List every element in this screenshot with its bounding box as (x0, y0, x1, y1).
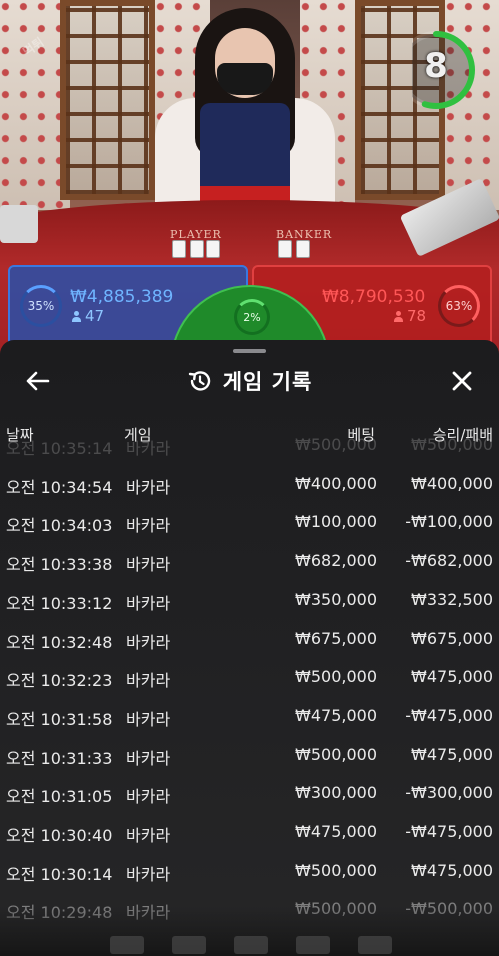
sheet-header: 게임 기록 (0, 362, 499, 398)
player-bettor-count: 47 (72, 307, 104, 325)
countdown-timer: 8 (397, 28, 478, 112)
row-date: 오전 10:35:14 (6, 439, 113, 458)
row-bet: ₩350,000 (295, 589, 377, 609)
row-game: 바카라 (126, 632, 171, 652)
row-bet: ₩500,000 (295, 435, 377, 454)
countdown-number: 8 (424, 46, 448, 86)
row-result: ₩500,000 (411, 435, 493, 454)
row-bet: ₩500,000 (295, 860, 377, 880)
dock-chip (296, 936, 330, 954)
row-result: -₩100,000 (405, 512, 493, 532)
row-result: ₩475,000 (411, 744, 493, 764)
row-date: 오전 10:31:33 (6, 748, 113, 768)
row-bet: ₩100,000 (295, 512, 377, 532)
row-bet: ₩500,000 (295, 667, 377, 687)
dock-chip (358, 936, 392, 954)
row-bet: ₩682,000 (295, 551, 377, 571)
dock-chip (234, 936, 268, 954)
row-result: -₩300,000 (405, 783, 493, 803)
row-date: 오전 10:32:23 (6, 671, 113, 691)
row-date: 오전 10:31:58 (6, 709, 113, 729)
row-bet: ₩475,000 (295, 705, 377, 725)
page-title: 게임 기록 (222, 370, 313, 394)
row-game: 바카라 (126, 439, 171, 458)
row-game: 바카라 (126, 555, 171, 575)
row-game: 바카라 (126, 748, 171, 768)
row-result: -₩475,000 (405, 705, 493, 725)
sheet-title-group: 게임 기록 (0, 366, 499, 396)
table-row[interactable]: 오전 10:34:54 바카라 ₩400,000 ₩400,000 (0, 465, 499, 503)
player-percent: 35% (20, 285, 62, 327)
table-row[interactable]: 오전 10:31:05 바카라 ₩300,000 -₩300,000 (0, 774, 499, 812)
card (190, 240, 204, 258)
row-game: 바카라 (126, 787, 171, 807)
row-date: 오전 10:34:03 (6, 516, 113, 536)
row-date: 오전 10:32:48 (6, 632, 113, 652)
person-icon (394, 311, 403, 322)
row-bet: ₩675,000 (295, 628, 377, 648)
row-result: -₩475,000 (405, 822, 493, 841)
row-date: 오전 10:34:54 (6, 477, 113, 497)
card (278, 240, 292, 258)
row-date: 오전 10:30:40 (6, 826, 113, 845)
card (172, 240, 186, 258)
row-result: ₩332,500 (411, 589, 493, 609)
row-date: 오전 10:33:12 (6, 593, 113, 613)
row-date: 오전 10:30:14 (6, 864, 113, 884)
person-icon (72, 311, 81, 322)
row-game: 바카라 (126, 864, 171, 884)
table-row[interactable]: 오전 10:31:58 바카라 ₩475,000 -₩475,000 (0, 697, 499, 735)
banker-total-bet: ₩8,790,530 (322, 287, 426, 307)
table-row[interactable]: 오전 10:32:48 바카라 ₩675,000 ₩675,000 (0, 620, 499, 658)
card (206, 240, 220, 258)
history-icon (188, 371, 210, 391)
table-row[interactable]: 오전 10:33:12 바카라 ₩350,000 ₩332,500 (0, 581, 499, 619)
close-button[interactable] (447, 366, 477, 396)
row-bet: ₩500,000 (295, 744, 377, 764)
banker-percent: 63% (438, 285, 480, 327)
table-row[interactable]: 오전 10:35:14 바카라 ₩500,000 ₩500,000 (0, 426, 499, 464)
game-history-sheet: 게임 기록 날짜 게임 베팅 승리/패배 오전 10:35:14 바카라 ₩500,… (0, 340, 499, 956)
table-row[interactable]: 오전 10:31:33 바카라 ₩500,000 ₩475,000 (0, 736, 499, 774)
card (296, 240, 310, 258)
dock-chip (172, 936, 206, 954)
folding-screen-left (60, 0, 155, 200)
live-video: PLAYER BANKER 8 35% ₩4,885,389 47 ₩8,790… (0, 0, 499, 360)
row-date: 오전 10:31:05 (6, 787, 113, 807)
row-bet: ₩400,000 (295, 473, 377, 493)
table-row[interactable]: 오전 10:32:23 바카라 ₩500,000 ₩475,000 (0, 658, 499, 696)
sheet-grabber-handle[interactable] (233, 349, 266, 353)
row-game: 바카라 (126, 516, 171, 536)
player-total-bet: ₩4,885,389 (70, 287, 174, 307)
row-result: ₩400,000 (411, 473, 493, 493)
row-result: ₩475,000 (411, 667, 493, 687)
row-game: 바카라 (126, 593, 171, 613)
row-bet: ₩300,000 (295, 783, 377, 803)
banker-bettor-count: 78 (394, 307, 426, 325)
row-result: ₩475,000 (411, 860, 493, 880)
row-result: -₩682,000 (405, 551, 493, 571)
dock-chip (110, 936, 144, 954)
row-game: 바카라 (126, 477, 171, 497)
row-date: 오전 10:33:38 (6, 555, 113, 575)
row-game: 바카라 (126, 671, 171, 691)
row-game: 바카라 (126, 709, 171, 729)
table-row[interactable]: 오전 10:30:40 바카라 ₩475,000 -₩475,000 (0, 813, 499, 851)
close-icon (452, 371, 472, 391)
row-bet: ₩475,000 (295, 822, 377, 841)
table-row[interactable]: 오전 10:33:38 바카라 ₩682,000 -₩682,000 (0, 542, 499, 580)
row-result: ₩675,000 (411, 628, 493, 648)
row-game: 바카라 (126, 826, 171, 845)
table-row[interactable]: 오전 10:34:03 바카라 ₩100,000 -₩100,000 (0, 503, 499, 541)
card-tray (0, 205, 38, 243)
tie-percent: 2% (234, 299, 270, 335)
table-row[interactable]: 오전 10:30:14 바카라 ₩500,000 ₩475,000 (0, 852, 499, 890)
